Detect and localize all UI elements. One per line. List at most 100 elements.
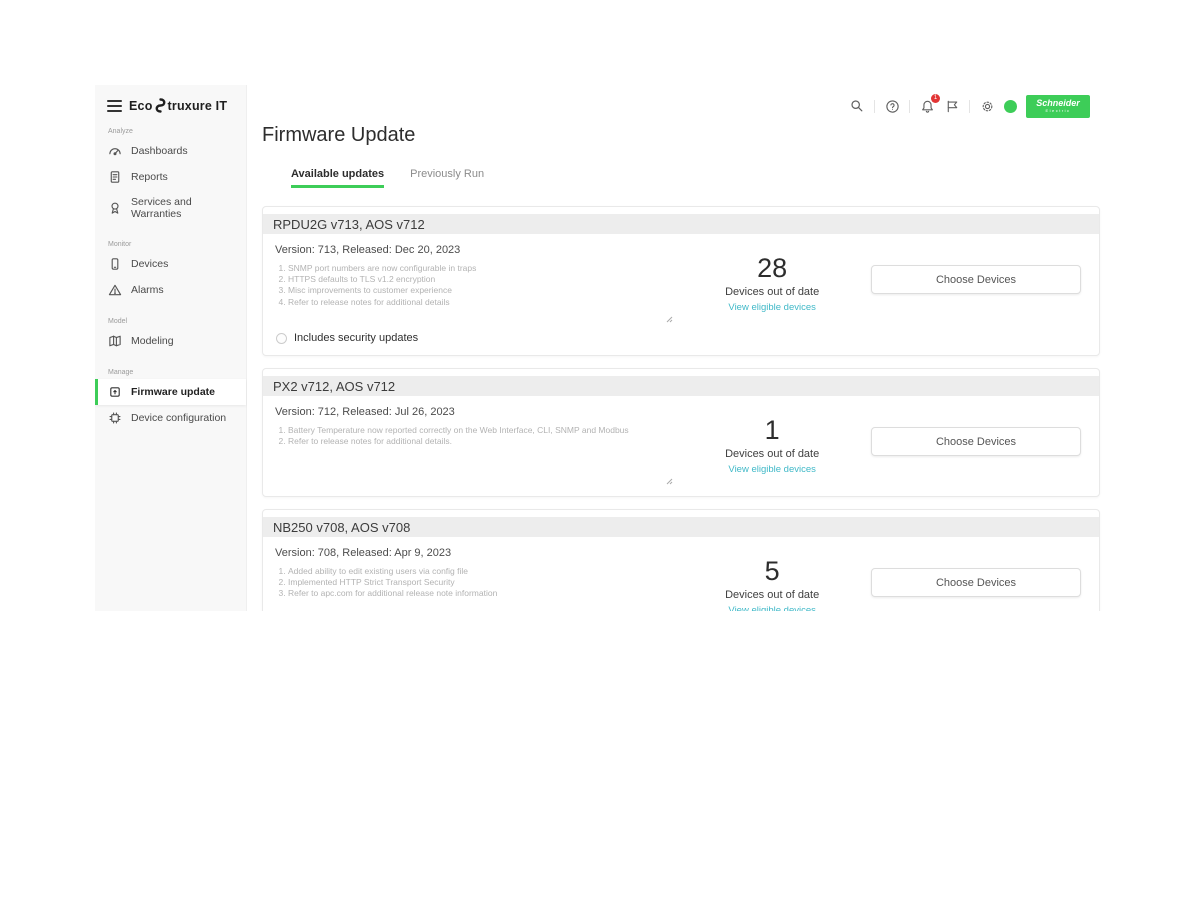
textarea-resize-handle-icon[interactable] bbox=[666, 478, 673, 485]
release-note: HTTPS defaults to TLS v1.2 encryption bbox=[288, 274, 673, 285]
tab-bar: Available updates Previously Run bbox=[291, 168, 1105, 188]
release-note: Implemented HTTP Strict Transport Securi… bbox=[288, 577, 673, 588]
sidebar-item-alarms[interactable]: Alarms bbox=[95, 277, 246, 303]
devices-out-of-date-count: 1 bbox=[765, 415, 780, 446]
award-ribbon-icon bbox=[108, 201, 122, 215]
devices-stats: 5 Devices out of date View eligible devi… bbox=[673, 556, 871, 612]
release-notes-list: Added ability to edit existing users via… bbox=[276, 566, 673, 600]
version-line: Version: 708, Released: Apr 9, 2023 bbox=[275, 547, 673, 559]
ecostruxure-loop-icon bbox=[154, 98, 167, 113]
release-notes-textarea[interactable]: Added ability to edit existing users via… bbox=[273, 566, 673, 611]
schneider-electric-logo: Schneider Electric bbox=[1026, 95, 1090, 118]
schneider-logo-line1: Schneider bbox=[1036, 99, 1080, 108]
sidebar-item-modeling[interactable]: Modeling bbox=[95, 328, 246, 354]
includes-security-updates-checkbox[interactable] bbox=[276, 333, 287, 344]
sidebar-item-firmware-update[interactable]: Firmware update bbox=[95, 379, 246, 405]
hamburger-menu-icon[interactable] bbox=[107, 100, 122, 112]
sidebar: Eco truxure IT Analyze Dashboards Report… bbox=[95, 85, 247, 611]
sidebar-item-label: Services and Warranties bbox=[131, 196, 242, 220]
release-note: Refer to apc.com for additional release … bbox=[288, 588, 673, 599]
security-updates-row: Includes security updates bbox=[263, 325, 1099, 355]
sidebar-item-services-warranties[interactable]: Services and Warranties bbox=[95, 190, 246, 226]
card-actions: Choose Devices bbox=[871, 427, 1099, 456]
release-notes-column: Version: 708, Released: Apr 9, 2023 Adde… bbox=[273, 537, 673, 611]
search-icon[interactable] bbox=[849, 98, 865, 114]
release-notes-list: SNMP port numbers are now configurable i… bbox=[276, 263, 673, 308]
card-actions: Choose Devices bbox=[871, 568, 1099, 597]
view-eligible-devices-link[interactable]: View eligible devices bbox=[728, 464, 816, 475]
firmware-card-nb250: NB250 v708, AOS v708 Version: 708, Relea… bbox=[262, 509, 1100, 611]
view-eligible-devices-link[interactable]: View eligible devices bbox=[728, 302, 816, 313]
topbar: 1 Schneider Electric bbox=[247, 85, 1105, 117]
card-body: Version: 712, Released: Jul 26, 2023 Bat… bbox=[263, 396, 1099, 487]
sidebar-item-label: Dashboards bbox=[131, 145, 188, 157]
card-actions: Choose Devices bbox=[871, 265, 1099, 294]
card-title: PX2 v712, AOS v712 bbox=[263, 376, 1099, 396]
settings-gear-icon[interactable] bbox=[979, 98, 995, 114]
devices-stats: 1 Devices out of date View eligible devi… bbox=[673, 415, 871, 475]
firmware-card-rpdu2g: RPDU2G v713, AOS v712 Version: 713, Rele… bbox=[262, 206, 1100, 356]
sidebar-item-dashboards[interactable]: Dashboards bbox=[95, 138, 246, 164]
tab-available-updates[interactable]: Available updates bbox=[291, 168, 384, 188]
sidebar-item-label: Firmware update bbox=[131, 386, 215, 398]
devices-stats: 28 Devices out of date View eligible dev… bbox=[673, 253, 871, 313]
map-icon bbox=[108, 334, 122, 348]
choose-devices-button[interactable]: Choose Devices bbox=[871, 265, 1081, 294]
sidebar-section-manage: Manage bbox=[108, 369, 246, 376]
firmware-card-px2: PX2 v712, AOS v712 Version: 712, Release… bbox=[262, 368, 1100, 497]
sidebar-section-model: Model bbox=[108, 318, 246, 325]
app-window: Eco truxure IT Analyze Dashboards Report… bbox=[95, 85, 1105, 611]
card-title: NB250 v708, AOS v708 bbox=[263, 517, 1099, 537]
choose-devices-button[interactable]: Choose Devices bbox=[871, 568, 1081, 597]
card-body: Version: 708, Released: Apr 9, 2023 Adde… bbox=[263, 537, 1099, 611]
sidebar-item-label: Devices bbox=[131, 258, 168, 270]
view-eligible-devices-link[interactable]: View eligible devices bbox=[728, 605, 816, 612]
release-notes-textarea[interactable]: Battery Temperature now reported correct… bbox=[273, 425, 673, 487]
logo-text-eco: Eco bbox=[129, 99, 153, 113]
release-notes-textarea[interactable]: SNMP port numbers are now configurable i… bbox=[273, 263, 673, 325]
sidebar-item-label: Alarms bbox=[131, 284, 164, 296]
release-notes-column: Version: 713, Released: Dec 20, 2023 SNM… bbox=[273, 234, 673, 325]
release-note: SNMP port numbers are now configurable i… bbox=[288, 263, 673, 274]
feedback-flag-icon[interactable] bbox=[944, 98, 960, 114]
version-line: Version: 713, Released: Dec 20, 2023 bbox=[275, 244, 673, 256]
sidebar-section-monitor: Monitor bbox=[108, 241, 246, 248]
topbar-divider bbox=[909, 100, 910, 113]
topbar-divider bbox=[969, 100, 970, 113]
sidebar-item-label: Reports bbox=[131, 171, 168, 183]
release-note: Refer to release notes for additional de… bbox=[288, 297, 673, 308]
sidebar-header: Eco truxure IT bbox=[95, 85, 246, 113]
sidebar-item-label: Modeling bbox=[131, 335, 174, 347]
card-title: RPDU2G v713, AOS v712 bbox=[263, 214, 1099, 234]
choose-devices-button[interactable]: Choose Devices bbox=[871, 427, 1081, 456]
textarea-resize-handle-icon[interactable] bbox=[666, 316, 673, 323]
device-icon bbox=[108, 257, 122, 271]
devices-out-of-date-count: 28 bbox=[757, 253, 787, 284]
firmware-cards-list: RPDU2G v713, AOS v712 Version: 713, Rele… bbox=[262, 206, 1100, 611]
release-notes-column: Version: 712, Released: Jul 26, 2023 Bat… bbox=[273, 396, 673, 487]
topbar-divider bbox=[874, 100, 875, 113]
device-configuration-icon bbox=[108, 411, 122, 425]
sidebar-item-label: Device configuration bbox=[131, 412, 226, 424]
firmware-update-icon bbox=[108, 385, 122, 399]
dashboards-icon bbox=[108, 144, 122, 158]
sidebar-section-analyze: Analyze bbox=[108, 128, 246, 135]
user-avatar[interactable] bbox=[1004, 100, 1017, 113]
includes-security-updates-label: Includes security updates bbox=[294, 332, 418, 344]
reports-icon bbox=[108, 170, 122, 184]
notifications-bell-icon[interactable]: 1 bbox=[919, 98, 935, 114]
warning-triangle-icon bbox=[108, 283, 122, 297]
sidebar-item-device-configuration[interactable]: Device configuration bbox=[95, 405, 246, 431]
release-note: Battery Temperature now reported correct… bbox=[288, 425, 673, 436]
release-note: Misc improvements to customer experience bbox=[288, 285, 673, 296]
devices-out-of-date-label: Devices out of date bbox=[725, 448, 819, 460]
tab-previously-run[interactable]: Previously Run bbox=[410, 168, 484, 188]
sidebar-item-reports[interactable]: Reports bbox=[95, 164, 246, 190]
logo-text-truxure: truxure IT bbox=[168, 99, 228, 113]
devices-out-of-date-label: Devices out of date bbox=[725, 286, 819, 298]
help-icon[interactable] bbox=[884, 98, 900, 114]
notification-badge: 1 bbox=[931, 94, 940, 103]
ecostruxure-logo: Eco truxure IT bbox=[129, 98, 227, 113]
sidebar-item-devices[interactable]: Devices bbox=[95, 251, 246, 277]
page-title: Firmware Update bbox=[262, 124, 1105, 147]
